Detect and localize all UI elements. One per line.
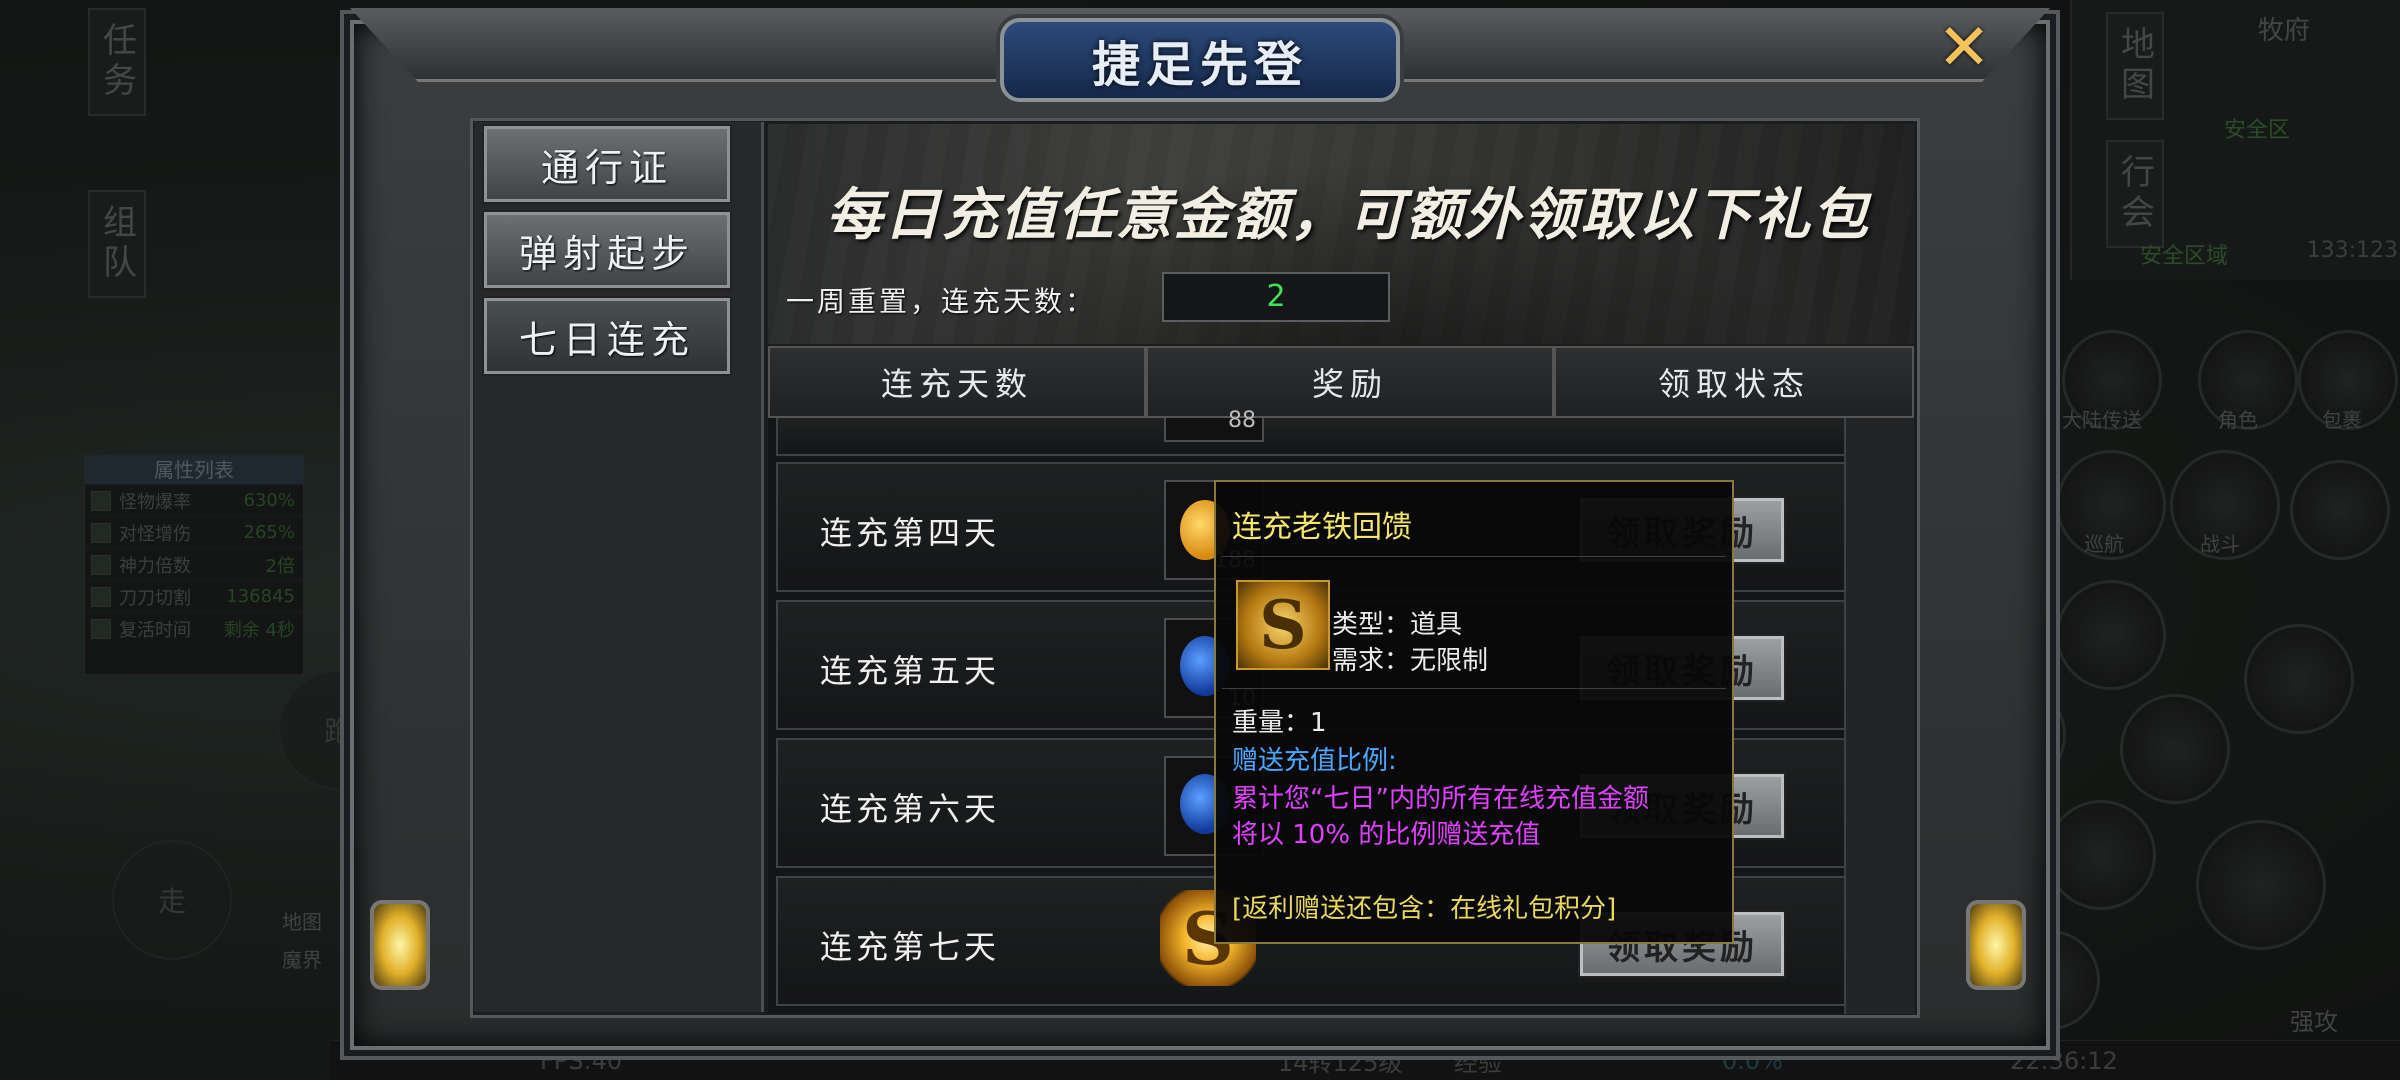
rebate-coin-icon: S: [1236, 580, 1330, 670]
tab-seven-day-recharge[interactable]: 七日连充: [484, 298, 730, 374]
row-day-label: 连充第五天: [820, 652, 1001, 690]
banner-headline: 每日充值任意金额，可额外领取以下礼包: [826, 183, 1870, 248]
row-day-label: 连充第六天: [820, 790, 1001, 828]
reset-label: 一周重置，连充天数：: [786, 285, 1097, 318]
table-row: [776, 418, 1846, 456]
list-scroll-track[interactable]: [1844, 418, 1914, 1014]
tooltip-desc-2: 将以 10% 的比例赠送充值: [1232, 820, 1541, 850]
lantern-left-icon: [370, 900, 430, 990]
dialog-title: 捷足先登: [1091, 37, 1308, 93]
row-day-label: 连充第四天: [820, 514, 1001, 552]
lantern-right-icon: [1966, 900, 2026, 990]
tooltip-title: 连充老铁回馈: [1232, 510, 1412, 545]
tab-launch-start[interactable]: 弹射起步: [484, 212, 730, 288]
tooltip-ratio-title: 赠送充值比例:: [1232, 746, 1397, 776]
tooltip-divider: [1222, 556, 1726, 557]
row-day-label: 连充第七天: [820, 928, 1001, 966]
reward-item-count: 88: [1228, 408, 1256, 433]
dialog-title-plaque: 捷足先登: [1000, 18, 1400, 102]
column-header-days: 连充天数: [768, 346, 1146, 418]
tooltip-requirement: 需求：无限制: [1332, 646, 1489, 676]
tooltip-divider: [1222, 688, 1726, 689]
tab-pass[interactable]: 通行证: [484, 126, 730, 202]
tooltip-note: [返利赠送还包含：在线礼包积分]: [1232, 894, 1617, 924]
tooltip-desc-1: 累计您“七日”内的所有在线充值金额: [1232, 784, 1649, 814]
tooltip-weight: 重量：1: [1232, 708, 1327, 738]
tooltip-type: 类型：道具: [1332, 610, 1463, 640]
column-header-status: 领取状态: [1554, 346, 1914, 418]
consecutive-days-value: 2: [1162, 272, 1390, 322]
close-icon[interactable]: ✕: [1936, 16, 1992, 80]
column-header-reward: 奖励: [1146, 346, 1554, 418]
